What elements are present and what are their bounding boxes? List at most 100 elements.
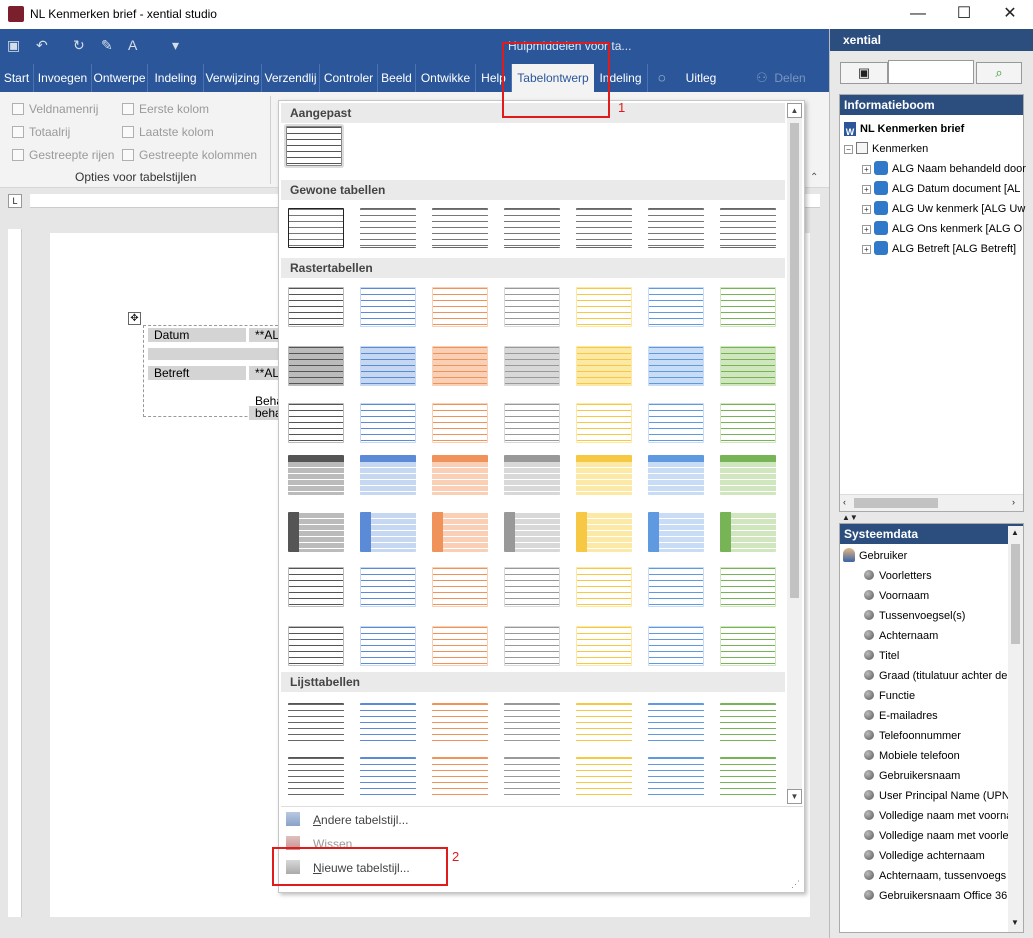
table-style-thumbnail[interactable]	[432, 346, 488, 386]
option-total-row[interactable]: Totaalrij	[12, 125, 70, 139]
table-style-thumbnail[interactable]	[288, 287, 344, 327]
table-style-thumbnail[interactable]	[648, 626, 704, 666]
system-item[interactable]: Voornaam	[864, 586, 929, 606]
maximize-button[interactable]: ☐	[941, 0, 987, 29]
option-banded-columns[interactable]: Gestreepte kolommen	[122, 148, 257, 162]
vertical-scrollbar[interactable]: ▲ ▼	[1008, 526, 1023, 932]
table-style-thumbnail[interactable]	[648, 346, 704, 386]
option-header-row[interactable]: Veldnamenrij	[12, 102, 98, 116]
table-style-thumbnail[interactable]	[504, 703, 560, 743]
spelling-icon[interactable]: A	[128, 37, 137, 53]
table-style-thumbnail[interactable]	[360, 512, 416, 552]
table-style-thumbnail[interactable]	[720, 626, 776, 666]
table-style-thumbnail[interactable]	[504, 757, 560, 797]
expand-icon[interactable]: +	[862, 245, 871, 254]
table-style-thumbnail[interactable]	[288, 403, 344, 443]
table-style-thumbnail[interactable]	[576, 455, 632, 495]
redo-icon[interactable]: ↻	[73, 37, 85, 54]
tab-uitleg[interactable]: Uitleg	[678, 64, 724, 92]
table-style-thumbnail[interactable]	[360, 455, 416, 495]
tab-ontwerpen[interactable]: Ontwerpe	[92, 64, 148, 92]
checkbox[interactable]	[12, 149, 24, 161]
tab-verwijzingen[interactable]: Verwijzing	[204, 64, 262, 92]
table-style-thumbnail[interactable]	[432, 512, 488, 552]
tree-item[interactable]: + ALG Betreft [ALG Betreft]	[862, 239, 1016, 259]
table-style-thumbnail[interactable]	[720, 703, 776, 743]
format-painter-icon[interactable]: ✎	[101, 37, 113, 54]
tree-item[interactable]: + ALG Naam behandeld door	[862, 159, 1026, 179]
document-table[interactable]: Datum **AL Betreft **AL Beha beha	[143, 325, 283, 420]
table-style-thumbnail[interactable]	[360, 208, 416, 248]
table-style-thumbnail[interactable]	[288, 346, 344, 386]
table-style-thumbnail[interactable]	[360, 626, 416, 666]
system-item[interactable]: Achternaam, tussenvoegs	[864, 866, 1006, 886]
table-style-thumbnail[interactable]	[432, 567, 488, 607]
table-style-thumbnail[interactable]	[504, 455, 560, 495]
table-style-thumbnail[interactable]	[648, 703, 704, 743]
table-style-thumbnail[interactable]	[648, 403, 704, 443]
scroll-down-icon[interactable]: ▼	[1011, 918, 1019, 927]
table-cell[interactable]	[148, 348, 283, 360]
table-style-thumbnail[interactable]	[360, 757, 416, 797]
tab-controleren[interactable]: Controler	[320, 64, 378, 92]
table-style-thumbnail[interactable]	[648, 567, 704, 607]
checkbox[interactable]	[122, 149, 134, 161]
table-style-thumbnail[interactable]	[432, 703, 488, 743]
option-banded-rows[interactable]: Gestreepte rijen	[12, 148, 114, 162]
tab-ontwikkelaars[interactable]: Ontwikke	[416, 64, 476, 92]
table-style-thumbnail[interactable]	[720, 455, 776, 495]
tree-item[interactable]: + ALG Ons kenmerk [ALG O	[862, 219, 1022, 239]
expand-icon[interactable]: +	[862, 225, 871, 234]
scroll-thumb[interactable]	[854, 498, 938, 508]
system-item[interactable]: Telefoonnummer	[864, 726, 961, 746]
option-last-column[interactable]: Laatste kolom	[122, 125, 214, 139]
table-style-thumbnail[interactable]	[504, 403, 560, 443]
table-style-thumbnail[interactable]	[360, 287, 416, 327]
customize-qat-icon[interactable]: ▾	[172, 37, 179, 54]
table-style-thumbnail[interactable]	[648, 455, 704, 495]
table-style-thumbnail[interactable]	[504, 346, 560, 386]
collapse-icon[interactable]: −	[844, 145, 853, 154]
table-style-thumbnail[interactable]	[504, 567, 560, 607]
table-style-thumbnail[interactable]	[504, 287, 560, 327]
table-style-thumbnail[interactable]	[720, 567, 776, 607]
gallery-scrollbar[interactable]: ▲ ▼	[787, 103, 802, 804]
table-style-thumbnail[interactable]	[720, 512, 776, 552]
table-style-thumbnail[interactable]	[504, 626, 560, 666]
tree-item[interactable]: + ALG Datum document [AL	[862, 179, 1020, 199]
table-style-thumbnail[interactable]	[288, 757, 344, 797]
table-cell[interactable]: Betreft	[148, 366, 246, 380]
expand-icon[interactable]: +	[862, 205, 871, 214]
system-item[interactable]: Graad (titulatuur achter de	[864, 666, 1007, 686]
table-cell[interactable]: Datum	[148, 328, 246, 342]
scroll-up-icon[interactable]: ▲	[1011, 528, 1019, 537]
pane-save-button[interactable]: ▣	[840, 62, 888, 84]
pane-search-input[interactable]	[888, 60, 974, 84]
sys-root[interactable]: Gebruiker	[843, 546, 907, 566]
table-style-thumbnail[interactable]	[360, 703, 416, 743]
system-item[interactable]: User Principal Name (UPN)	[864, 786, 1013, 806]
scroll-right-icon[interactable]: ›	[1012, 497, 1015, 507]
system-item[interactable]: Voorletters	[864, 566, 932, 586]
system-item[interactable]: Mobiele telefoon	[864, 746, 960, 766]
splitter-icon[interactable]: ▲▼	[842, 513, 858, 522]
table-style-thumbnail[interactable]	[648, 287, 704, 327]
expand-icon[interactable]: +	[862, 165, 871, 174]
table-style-thumbnail[interactable]	[576, 567, 632, 607]
undo-icon[interactable]: ↶	[36, 37, 48, 54]
scroll-down-icon[interactable]: ▼	[787, 789, 802, 804]
scroll-thumb[interactable]	[790, 123, 799, 598]
table-style-thumbnail[interactable]	[432, 757, 488, 797]
table-style-thumbnail[interactable]	[576, 208, 632, 248]
save-icon[interactable]: ▣	[7, 37, 20, 54]
table-style-thumbnail[interactable]	[432, 626, 488, 666]
minimize-button[interactable]: —	[895, 0, 941, 29]
table-style-thumbnail[interactable]	[576, 346, 632, 386]
table-style-thumbnail[interactable]	[576, 703, 632, 743]
table-style-thumbnail[interactable]	[720, 346, 776, 386]
table-style-thumbnail[interactable]	[720, 403, 776, 443]
system-item[interactable]: Tussenvoegsel(s)	[864, 606, 965, 626]
system-item[interactable]: Volledige naam met voorle	[864, 826, 1009, 846]
system-item[interactable]: Functie	[864, 686, 915, 706]
horizontal-scrollbar[interactable]: ‹ ›	[840, 494, 1023, 511]
